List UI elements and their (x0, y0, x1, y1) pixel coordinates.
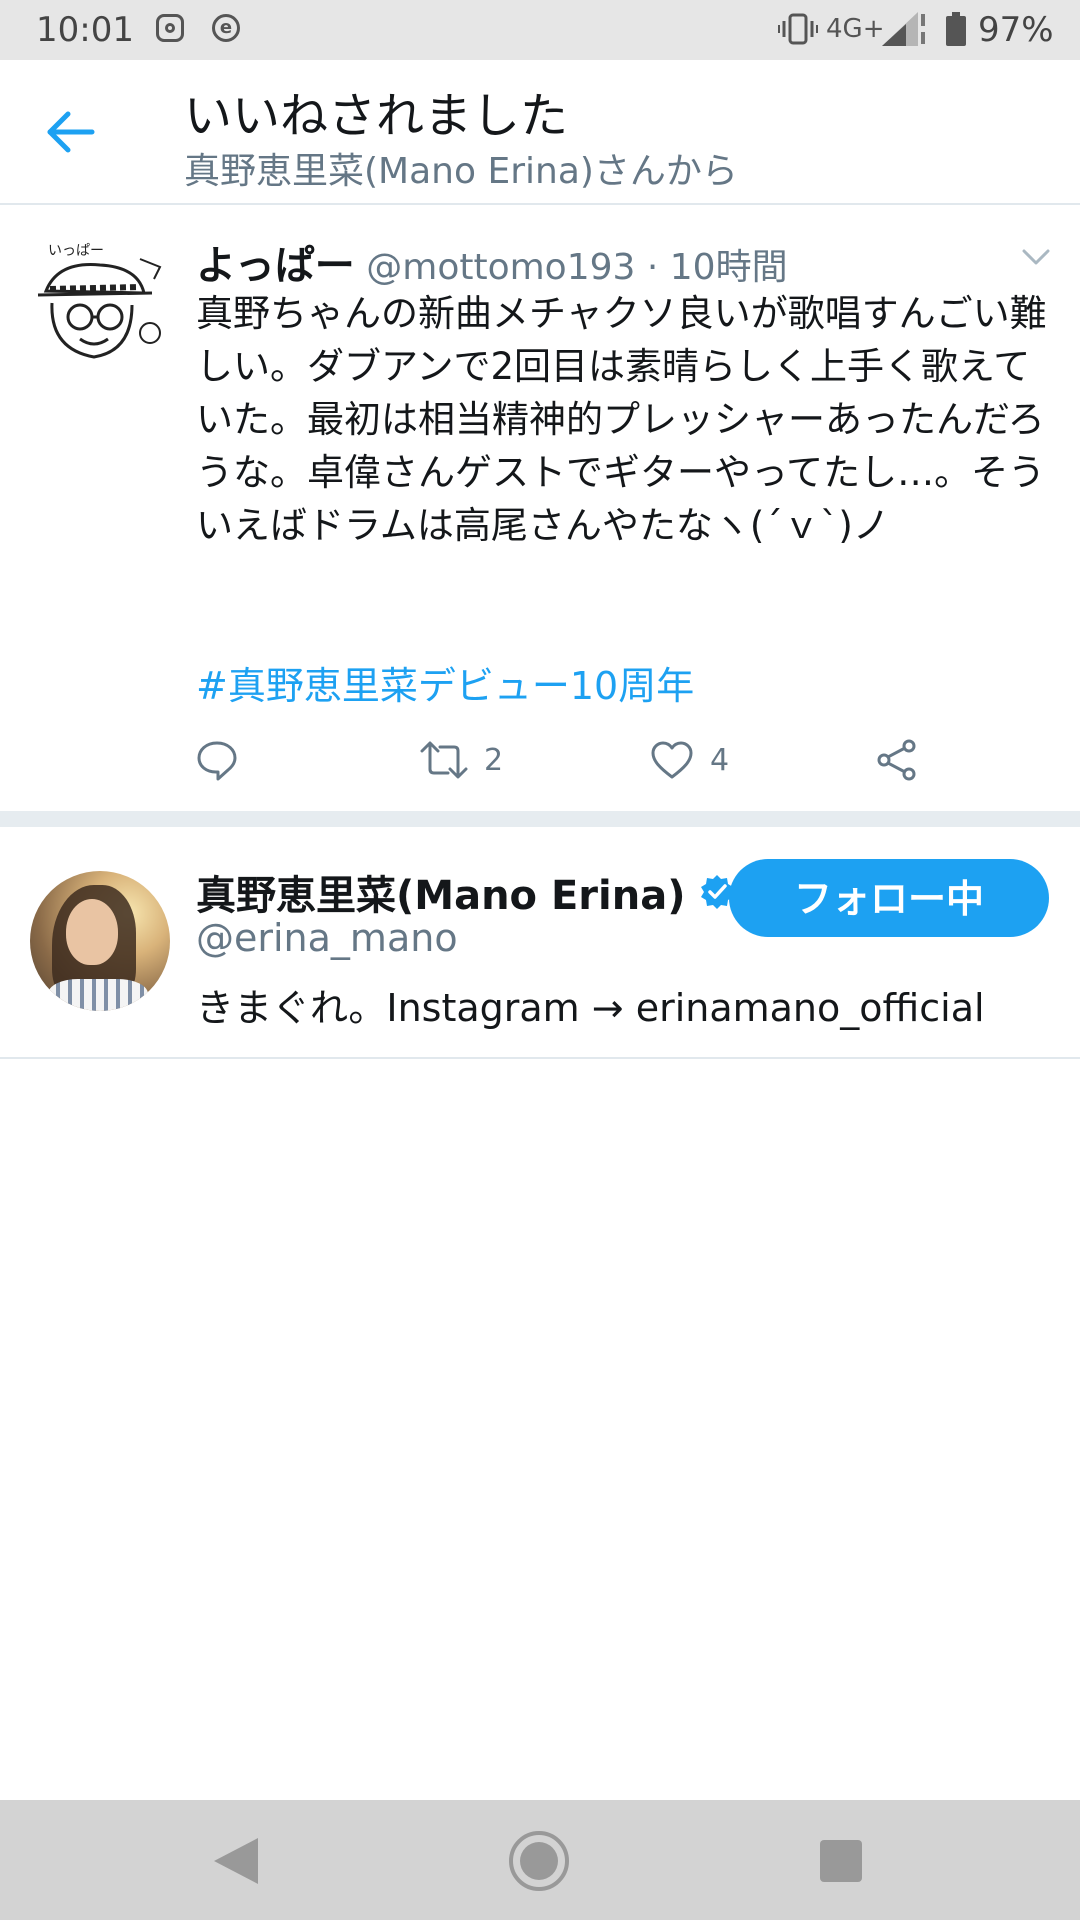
tweet-header: よっぱー @mottomo193 · 10時間 (196, 233, 788, 291)
signal-icon (882, 12, 925, 46)
header: いいねされました 真野恵里菜(Mano Erina)さんから (0, 60, 1080, 205)
page-title: いいねされました (184, 88, 569, 144)
system-nav-bar (0, 1800, 1080, 1920)
user-avatar[interactable] (30, 871, 170, 1011)
tweet[interactable]: いっぱー よっぱー @mottomo193 · 10時間 真野ちゃんの新曲メチャ… (0, 205, 1080, 811)
nav-recents-icon[interactable] (820, 1840, 862, 1882)
nav-home-icon[interactable] (508, 1830, 570, 1892)
vibrate-icon (778, 13, 818, 45)
tweet-author-handle[interactable]: @mottomo193 (366, 247, 635, 288)
user-name[interactable]: 真野恵里菜(Mano Erina) (196, 863, 685, 921)
like-count: 4 (710, 742, 730, 778)
heart-icon (651, 741, 693, 779)
user-card[interactable]: 真野恵里菜(Mano Erina) @erina_mano きまぐれ。Insta… (0, 827, 1080, 1059)
user-bio: きまぐれ。Instagram → erinamano_official (196, 986, 985, 1030)
e-app-icon: e (212, 14, 240, 42)
tweet-hashtag-link[interactable]: #真野恵里菜デビュー10周年 (196, 655, 694, 710)
chevron-down-icon[interactable] (1020, 247, 1052, 267)
tweet-text: 真野ちゃんの新曲メチャクソ良いが歌唱すんごい難しい。ダブアンで2回目は素晴らしく… (196, 292, 1047, 547)
page-subtitle: 真野恵里菜(Mano Erina)さんから (184, 151, 738, 192)
user-handle[interactable]: @erina_mano (196, 916, 458, 960)
nav-back-icon[interactable] (214, 1838, 258, 1884)
battery-percentage: 97% (978, 10, 1054, 50)
avatar-face-shape (66, 899, 118, 965)
share-icon (877, 739, 916, 781)
status-time: 10:01 (36, 10, 134, 50)
tweet-time: 10時間 (669, 247, 788, 288)
following-button[interactable]: フォロー中 (729, 859, 1049, 937)
svg-text:いっぱー: いっぱー (48, 243, 104, 259)
status-bar: 10:01 e 4G+ 97% (0, 0, 1080, 60)
network-type: 4G+ (826, 14, 885, 44)
retweet-icon (420, 741, 468, 779)
battery-icon (946, 12, 966, 46)
like-button[interactable]: 4 (650, 735, 729, 785)
retweet-button[interactable]: 2 (420, 735, 503, 785)
reply-icon (197, 741, 237, 781)
retweet-count: 2 (484, 742, 504, 778)
arrow-left-icon[interactable] (42, 104, 98, 160)
tweet-separator: · (646, 247, 659, 288)
instagram-icon (156, 14, 184, 42)
tweet-author-avatar[interactable]: いっぱー (28, 239, 168, 379)
user-name-row: 真野恵里菜(Mano Erina) (196, 863, 735, 921)
avatar-shirt-shape (48, 979, 148, 1011)
share-button[interactable] (876, 735, 918, 785)
tweet-author-name[interactable]: よっぱー (196, 243, 355, 289)
section-divider (0, 811, 1080, 827)
reply-button[interactable] (196, 735, 254, 785)
